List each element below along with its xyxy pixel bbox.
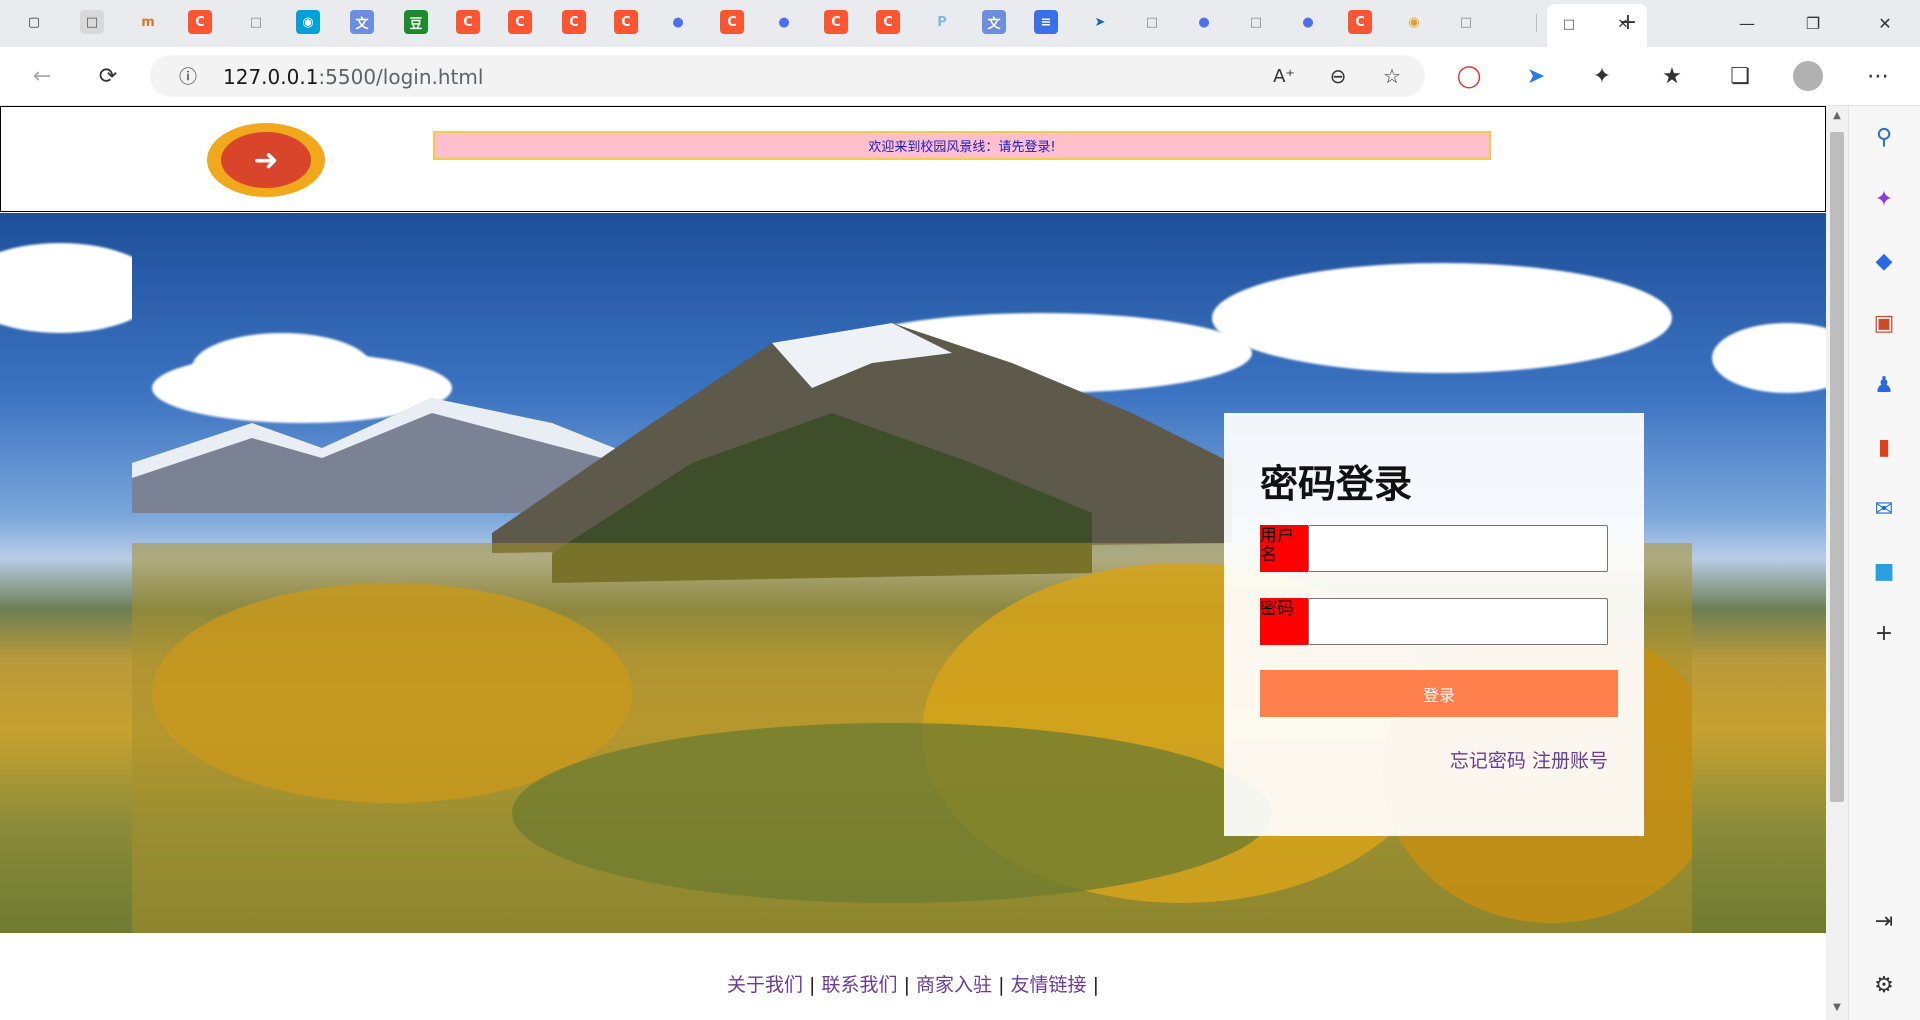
page-scrollbar[interactable]: ▲ ▼ bbox=[1826, 106, 1848, 1020]
copilot-icon[interactable]: ✦ bbox=[1869, 184, 1899, 214]
translate-icon[interactable]: 文 bbox=[982, 10, 1006, 34]
landscape-image-left bbox=[0, 213, 132, 933]
extensions-icon[interactable]: ✦ bbox=[1586, 60, 1618, 92]
site-logo[interactable]: ➜ bbox=[207, 123, 325, 197]
page-icon[interactable]: □ bbox=[80, 10, 104, 34]
csdn-icon[interactable]: C bbox=[188, 10, 212, 34]
favorites-icon[interactable]: ★ bbox=[1656, 60, 1688, 92]
office-icon[interactable]: ▮ bbox=[1869, 432, 1899, 462]
register-link[interactable]: 注册账号 bbox=[1532, 750, 1608, 772]
baidu-icon[interactable]: ● bbox=[666, 10, 690, 34]
scroll-up-icon[interactable]: ▲ bbox=[1830, 110, 1844, 124]
csdn-icon[interactable]: C bbox=[720, 10, 744, 34]
hero-landscape: 密码登录 用户名 密码 登录 忘记密码 注册账号 bbox=[0, 213, 1826, 933]
profile-avatar-icon bbox=[1793, 61, 1823, 91]
page-icon[interactable]: □ bbox=[244, 10, 268, 34]
footer-link-contact[interactable]: 联系我们 bbox=[822, 974, 898, 996]
drop-icon[interactable]: ■ bbox=[1869, 556, 1899, 586]
csdn-icon[interactable]: C bbox=[614, 10, 638, 34]
csdn-icon[interactable]: C bbox=[1348, 10, 1372, 34]
login-title: 密码登录 bbox=[1260, 462, 1413, 506]
games-icon[interactable]: ♟ bbox=[1869, 370, 1899, 400]
extension-bird-icon[interactable]: ➤ bbox=[1520, 60, 1552, 92]
page-footer: 关于我们 | 联系我们 | 商家入驻 | 友情链接 | bbox=[0, 970, 1826, 997]
translate-icon[interactable]: 文 bbox=[350, 10, 374, 34]
page-icon[interactable]: □ bbox=[1454, 10, 1478, 34]
zoom-out-icon[interactable]: ⊖ bbox=[1322, 60, 1354, 92]
shopping-icon[interactable]: ◆ bbox=[1869, 246, 1899, 276]
welcome-banner: 欢迎来到校园风景线：请先登录! bbox=[433, 131, 1491, 160]
new-tab-icon[interactable]: + bbox=[1616, 10, 1640, 35]
page-icon[interactable]: □ bbox=[1140, 10, 1164, 34]
minimize-icon[interactable]: — bbox=[1724, 8, 1770, 38]
mail-icon[interactable]: m bbox=[136, 10, 160, 34]
url-host: 127.0.0.1 bbox=[223, 65, 319, 89]
favorite-add-icon[interactable]: ☆ bbox=[1376, 60, 1408, 92]
collections-icon[interactable]: ❏ bbox=[1724, 60, 1756, 92]
footer-separator: | bbox=[998, 974, 1005, 996]
forgot-password-link[interactable]: 忘记密码 bbox=[1450, 750, 1526, 772]
password-label: 密码 bbox=[1260, 598, 1308, 645]
outlook-icon[interactable]: ✉ bbox=[1869, 494, 1899, 524]
avatar[interactable] bbox=[1792, 60, 1824, 92]
read-aloud-icon[interactable]: A⁺ bbox=[1268, 60, 1300, 92]
refresh-icon[interactable]: ⟳ bbox=[92, 60, 124, 92]
footer-link-about[interactable]: 关于我们 bbox=[727, 974, 803, 996]
page-header: ➜ 欢迎来到校园风景线：请先登录! bbox=[0, 106, 1826, 212]
url-text[interactable]: 127.0.0.1:5500/login.html bbox=[223, 65, 483, 89]
p-icon[interactable]: P bbox=[930, 10, 954, 34]
browser-toolbar: ← ⟳ ⓘ 127.0.0.1:5500/login.html A⁺ ⊖ ☆ ◯… bbox=[0, 47, 1920, 106]
footer-separator: | bbox=[1092, 974, 1099, 996]
bilibili-icon[interactable]: ◉ bbox=[296, 10, 320, 34]
edge-sidebar: ⚲ ✦ ◆ ▣ ♟ ▮ ✉ ■ + ⇥ ⚙ bbox=[1848, 106, 1920, 1020]
page-icon[interactable]: □ bbox=[1244, 10, 1268, 34]
hide-sidebar-icon[interactable]: ⇥ bbox=[1869, 906, 1899, 936]
add-sidebar-icon[interactable]: + bbox=[1869, 618, 1899, 648]
footer-separator: | bbox=[809, 974, 816, 996]
tab-strip: ▢ □ m C □ ◉ 文 豆 C C C C ● C ● C C P 文 ≡ … bbox=[0, 0, 1920, 47]
arrow-right-icon: ➜ bbox=[221, 132, 311, 188]
bird-icon[interactable]: ➤ bbox=[1088, 10, 1112, 34]
username-input[interactable] bbox=[1308, 525, 1608, 572]
douban-icon[interactable]: 豆 bbox=[404, 10, 428, 34]
url-path: :5500/login.html bbox=[318, 65, 484, 89]
csdn-icon[interactable]: C bbox=[824, 10, 848, 34]
login-card: 密码登录 用户名 密码 登录 忘记密码 注册账号 bbox=[1224, 413, 1644, 836]
settings-gear-icon[interactable]: ⚙ bbox=[1869, 970, 1899, 1000]
csdn-icon[interactable]: C bbox=[562, 10, 586, 34]
scroll-down-icon[interactable]: ▼ bbox=[1830, 1002, 1844, 1016]
login-button[interactable]: 登录 bbox=[1260, 670, 1618, 717]
footer-separator: | bbox=[903, 974, 910, 996]
card-links: 忘记密码 注册账号 bbox=[1450, 746, 1608, 773]
page-viewport: ➜ 欢迎来到校园风景线：请先登录! 密码登录 用户名 密码 登录 忘记密码 注册… bbox=[0, 106, 1826, 1020]
password-input[interactable] bbox=[1308, 598, 1608, 645]
baidu-icon[interactable]: ● bbox=[1192, 10, 1216, 34]
address-bar[interactable]: ⓘ 127.0.0.1:5500/login.html A⁺ ⊖ ☆ bbox=[150, 55, 1425, 97]
back-icon[interactable]: ← bbox=[26, 60, 58, 92]
username-label: 用户名 bbox=[1260, 525, 1308, 572]
scroll-thumb[interactable] bbox=[1830, 132, 1844, 802]
footer-link-merchant[interactable]: 商家入驻 bbox=[916, 974, 992, 996]
site-info-icon[interactable]: ⓘ bbox=[172, 60, 204, 92]
more-menu-icon[interactable]: ⋯ bbox=[1862, 60, 1894, 92]
tab-separator bbox=[1536, 14, 1537, 32]
tools-icon[interactable]: ▣ bbox=[1869, 308, 1899, 338]
close-window-icon[interactable]: ✕ bbox=[1862, 8, 1908, 38]
search-icon[interactable]: ⚲ bbox=[1869, 122, 1899, 152]
csdn-icon[interactable]: C bbox=[508, 10, 532, 34]
baidu-icon[interactable]: ● bbox=[772, 10, 796, 34]
docs-icon[interactable]: ≡ bbox=[1034, 10, 1058, 34]
tab-actions-icon[interactable]: ▢ bbox=[22, 10, 46, 34]
csdn-icon[interactable]: C bbox=[456, 10, 480, 34]
csdn-icon[interactable]: C bbox=[876, 10, 900, 34]
page-icon: □ bbox=[1562, 16, 1576, 32]
extension-adblock-icon[interactable]: ◯ bbox=[1453, 60, 1485, 92]
restore-icon[interactable]: ❐ bbox=[1790, 8, 1836, 38]
footer-link-friends[interactable]: 友情链接 bbox=[1011, 974, 1087, 996]
baidu-icon[interactable]: ● bbox=[1296, 10, 1320, 34]
chrome-icon[interactable]: ◉ bbox=[1402, 10, 1426, 34]
landscape-image-right bbox=[1692, 213, 1826, 933]
